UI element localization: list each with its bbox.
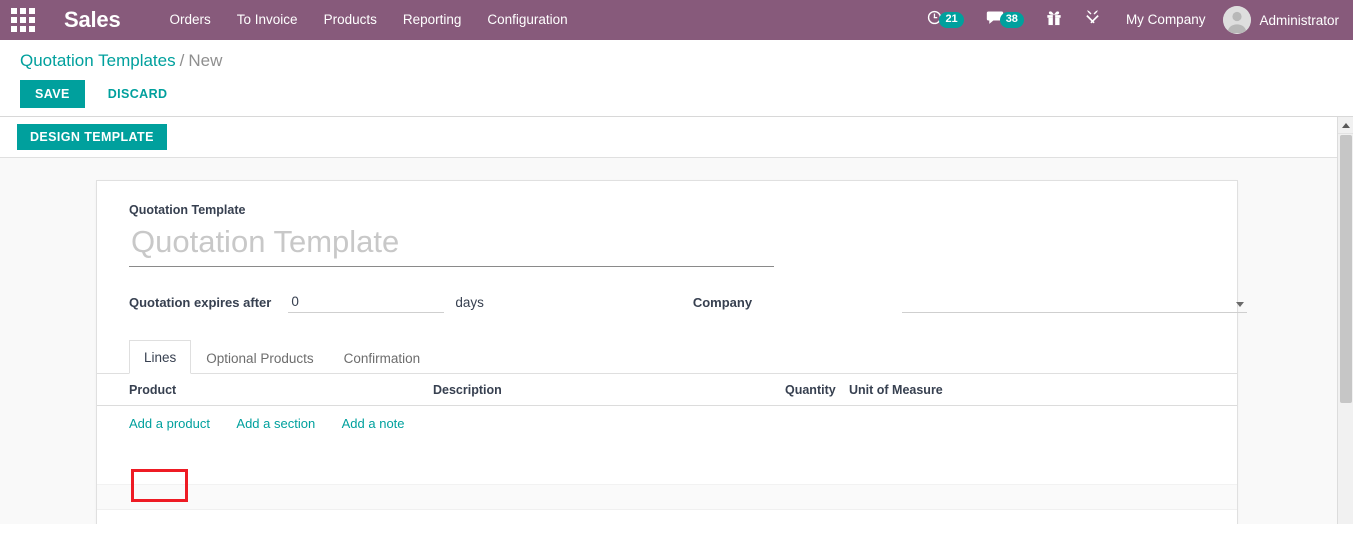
app-brand-title[interactable]: Sales (64, 0, 121, 40)
column-header-spacer (993, 374, 1237, 406)
discard-button[interactable]: DISCARD (93, 80, 183, 108)
form-action-bar: DESIGN TEMPLATE (0, 117, 1353, 158)
add-line-row: Add a product Add a section Add a note (97, 405, 1237, 442)
top-navbar: Sales Orders To Invoice Products Reporti… (0, 0, 1353, 40)
save-button[interactable]: SAVE (20, 80, 85, 108)
company-switcher[interactable]: My Company (1112, 0, 1220, 40)
sheet-filler-band (97, 484, 1237, 510)
company-label: Company (692, 295, 753, 310)
activity-menu-button[interactable]: 21 (915, 0, 974, 40)
add-a-product-link[interactable]: Add a product (129, 416, 210, 431)
form-sheet-background: Quotation Template Quotation expires aft… (0, 158, 1353, 524)
quotation-expires-label: Quotation expires after (129, 295, 272, 310)
nav-item-orders[interactable]: Orders (157, 0, 224, 40)
vertical-scrollbar[interactable] (1337, 117, 1353, 524)
nav-item-products[interactable]: Products (311, 0, 390, 40)
breadcrumb-item-current: New (188, 51, 223, 70)
content-area: DESIGN TEMPLATE Quotation Template Quota… (0, 117, 1353, 524)
tab-optional-products[interactable]: Optional Products (191, 341, 328, 374)
control-panel-buttons: SAVE DISCARD (20, 80, 1353, 108)
quotation-expires-input[interactable] (288, 294, 445, 313)
chevron-up-icon (1341, 122, 1350, 128)
add-a-note-link[interactable]: Add a note (342, 416, 405, 431)
form-notebook-tabs: Lines Optional Products Confirmation (97, 339, 1237, 374)
days-suffix-label: days (455, 295, 484, 310)
scrollbar-thumb[interactable] (1340, 135, 1352, 403)
nav-item-configuration[interactable]: Configuration (474, 0, 580, 40)
company-select-wrap (902, 293, 1248, 313)
quotation-template-field-label: Quotation Template (129, 203, 246, 217)
messages-menu-button[interactable]: 38 (975, 0, 1035, 40)
control-panel: Quotation Templates / New SAVE DISCARD (0, 40, 1353, 117)
tab-lines[interactable]: Lines (129, 340, 192, 374)
messages-count-badge: 38 (999, 12, 1024, 28)
column-header-quantity: Quantity (779, 374, 843, 406)
gift-icon (1046, 9, 1062, 31)
quotation-template-name-input[interactable] (129, 224, 774, 267)
add-a-section-link[interactable]: Add a section (236, 416, 315, 431)
navbar-right-cluster: 21 38 My Company Administrator (915, 0, 1353, 40)
tab-confirmation[interactable]: Confirmation (329, 341, 436, 374)
user-avatar-icon (1223, 6, 1252, 34)
breadcrumb-separator: / (179, 51, 185, 70)
column-header-product: Product (97, 374, 427, 406)
breadcrumb: Quotation Templates / New (20, 49, 1353, 73)
column-header-unit-of-measure: Unit of Measure (843, 374, 993, 406)
company-group: Company (692, 293, 1248, 313)
table-header-row: Product Description Quantity Unit of Mea… (97, 374, 1237, 406)
tools-menu-button[interactable] (1073, 0, 1112, 40)
design-template-button[interactable]: DESIGN TEMPLATE (17, 124, 167, 150)
company-select-input[interactable] (902, 294, 1248, 313)
form-sheet: Quotation Template Quotation expires aft… (96, 180, 1248, 524)
scrollbar-up-arrow[interactable] (1338, 117, 1353, 134)
sheet-filler-white (97, 442, 1237, 484)
apps-grid-icon[interactable] (0, 0, 46, 40)
main-nav-menu: Orders To Invoice Products Reporting Con… (157, 0, 581, 40)
column-header-description: Description (427, 374, 779, 406)
nav-item-reporting[interactable]: Reporting (390, 0, 475, 40)
activity-count-badge: 21 (939, 12, 964, 28)
tools-icon (1084, 9, 1101, 31)
nav-item-to-invoice[interactable]: To Invoice (224, 0, 311, 40)
order-lines-table: Product Description Quantity Unit of Mea… (97, 374, 1237, 442)
breadcrumb-item-quotation-templates[interactable]: Quotation Templates (20, 51, 176, 70)
user-menu[interactable]: Administrator (1219, 6, 1339, 34)
quotation-expires-group: Quotation expires after days (129, 294, 484, 313)
gift-menu-button[interactable] (1035, 0, 1073, 40)
form-field-row: Quotation expires after days Company (129, 293, 1248, 313)
add-line-cell: Add a product Add a section Add a note (97, 405, 1237, 442)
user-name-label: Administrator (1259, 12, 1339, 28)
